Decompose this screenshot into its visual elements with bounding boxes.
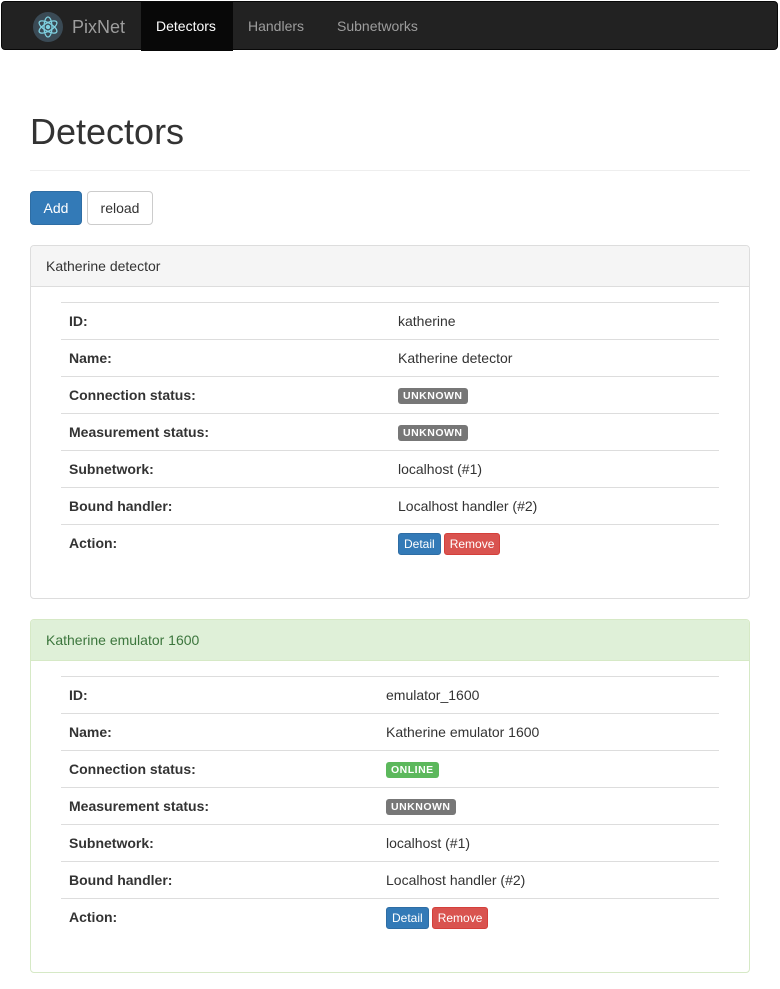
id-value: katherine (398, 313, 456, 329)
table-row: Measurement status: UNKNOWN (61, 413, 719, 450)
connection-status-cell: UNKNOWN (398, 377, 468, 413)
table-row: Bound handler: Localhost handler (#2) (61, 861, 719, 898)
table-row: Bound handler: Localhost handler (#2) (61, 487, 719, 524)
measurement-status-cell: UNKNOWN (386, 788, 456, 824)
bound-handler-value: Localhost handler (#2) (386, 872, 526, 888)
remove-button[interactable]: Remove (431, 907, 489, 930)
table-row: Measurement status: UNKNOWN (61, 787, 719, 824)
subnetwork-label: Subnetwork: (69, 461, 154, 477)
subnetwork-label: Subnetwork: (69, 835, 154, 851)
status-badge: UNKNOWN (398, 388, 468, 405)
table-row: Name: Katherine emulator 1600 (61, 713, 719, 750)
table-row: ID: emulator_1600 (61, 676, 719, 713)
name-label: Name: (69, 724, 112, 740)
title-divider (30, 170, 750, 171)
id-value: emulator_1600 (386, 687, 480, 703)
bound-handler-label: Bound handler: (69, 872, 173, 888)
table-row: Connection status: UNKNOWN (61, 376, 719, 413)
measurement-status-label: Measurement status: (69, 798, 210, 814)
table-row: Subnetwork: localhost (#1) (61, 824, 719, 861)
tab-detectors[interactable]: Detectors (141, 2, 233, 51)
add-button[interactable]: Add (30, 191, 82, 225)
id-label: ID: (69, 687, 88, 703)
detector-table: ID: emulator_1600 Name: Katherine emulat… (61, 676, 719, 935)
subnetwork-value: localhost (#1) (398, 461, 483, 477)
table-row: Connection status: ONLINE (61, 750, 719, 787)
action-cell: Detail Remove (386, 899, 489, 935)
measurement-status-label: Measurement status: (69, 424, 210, 440)
subnetwork-value: localhost (#1) (386, 835, 471, 851)
action-label: Action: (69, 535, 118, 551)
bound-handler-label: Bound handler: (69, 498, 173, 514)
detector-panel: Katherine detector ID: katherine Name: K… (30, 245, 750, 599)
detector-panel: Katherine emulator 1600 ID: emulator_160… (30, 619, 750, 973)
name-value: Katherine emulator 1600 (386, 724, 540, 740)
page-title: Detectors (30, 111, 185, 152)
tab-handlers[interactable]: Handlers (233, 2, 322, 51)
measurement-status-cell: UNKNOWN (398, 414, 468, 450)
top-navbar: PixNet Detectors Handlers Subnetworks (1, 1, 778, 51)
id-label: ID: (69, 313, 88, 329)
connection-status-cell: ONLINE (386, 751, 439, 787)
table-row: Subnetwork: localhost (#1) (61, 450, 719, 487)
connection-status-label: Connection status: (69, 387, 196, 403)
brand-name: PixNet (72, 16, 126, 37)
action-label: Action: (69, 909, 118, 925)
name-value: Katherine detector (398, 350, 513, 366)
name-label: Name: (69, 350, 112, 366)
remove-button[interactable]: Remove (443, 533, 501, 556)
table-row: ID: katherine (61, 302, 719, 339)
status-badge: ONLINE (386, 762, 439, 779)
tab-subnetworks[interactable]: Subnetworks (322, 2, 438, 51)
reload-button[interactable]: reload (87, 191, 153, 225)
detail-button[interactable]: Detail (398, 533, 441, 556)
status-badge: UNKNOWN (386, 799, 456, 816)
brand[interactable]: PixNet (32, 10, 125, 44)
status-badge: UNKNOWN (398, 425, 468, 442)
table-row: Name: Katherine detector (61, 339, 719, 376)
panel-heading: Katherine detector (31, 246, 749, 287)
table-row: Action: Detail Remove (61, 524, 719, 561)
bound-handler-value: Localhost handler (#2) (398, 498, 538, 514)
atom-logo-icon (33, 12, 63, 42)
panel-heading: Katherine emulator 1600 (31, 620, 749, 661)
table-row: Action: Detail Remove (61, 898, 719, 935)
action-cell: Detail Remove (398, 525, 501, 561)
detector-table: ID: katherine Name: Katherine detector C… (61, 302, 719, 561)
detail-button[interactable]: Detail (386, 907, 429, 930)
connection-status-label: Connection status: (69, 761, 196, 777)
